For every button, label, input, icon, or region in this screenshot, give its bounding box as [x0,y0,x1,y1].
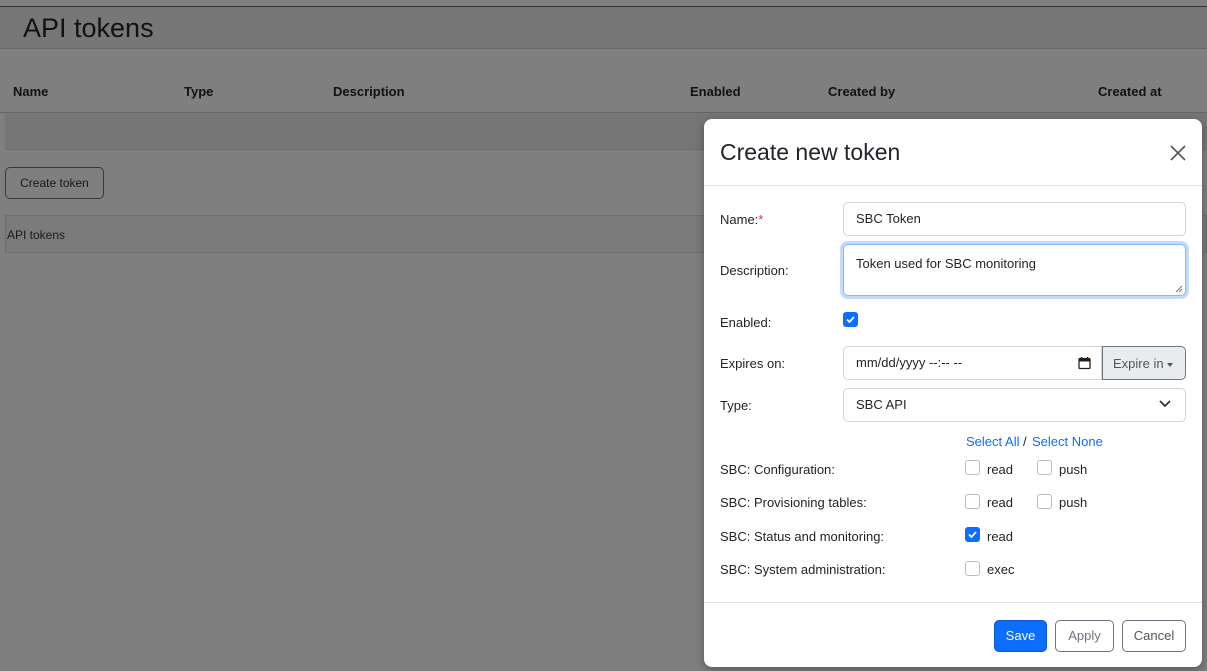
create-token-dialog: Create new token Name:* SBC Token Descri… [704,119,1202,667]
check-icon [968,531,977,539]
save-button[interactable]: Save [994,620,1047,652]
resize-handle-icon[interactable] [1175,285,1183,293]
perm-configuration-push-label: push [1059,462,1088,477]
expire-in-label: Expire in [1113,356,1164,371]
apply-button[interactable]: Apply [1055,620,1114,652]
modal-header: Create new token [704,119,1202,186]
perm-sysadmin-exec-label: exec [987,562,1015,577]
cancel-button[interactable]: Cancel [1122,620,1186,652]
select-all-link[interactable]: Select All [966,434,1019,449]
enabled-label: Enabled: [720,315,772,330]
calendar-icon[interactable] [1078,356,1091,370]
chevron-down-icon [1159,400,1171,408]
check-icon [846,316,855,324]
close-icon [1170,145,1186,161]
description-label: Description: [720,263,789,278]
perm-configuration-push-checkbox[interactable] [1037,460,1052,475]
description-textarea[interactable]: Token used for SBC monitoring [843,244,1186,296]
perm-provisioning-push-label: push [1059,495,1088,510]
modal-title: Create new token [720,139,901,165]
type-select[interactable]: SBC API [843,388,1186,422]
name-label: Name:* [720,212,764,227]
perm-label-status: SBC: Status and monitoring: [720,529,885,544]
enabled-checkbox[interactable] [843,312,858,327]
close-button[interactable] [1166,141,1190,165]
expires-date-input[interactable]: mm/dd/yyyy --:-- -- [843,346,1102,380]
perm-status-read-label: read [987,529,1014,544]
type-label: Type: [720,398,752,413]
description-value: Token used for SBC monitoring [856,256,1036,271]
perm-provisioning-read-checkbox[interactable] [965,494,980,509]
modal-footer: Save Apply Cancel [704,602,1202,667]
name-input[interactable]: SBC Token [843,202,1186,236]
perm-provisioning-read-label: read [987,495,1014,510]
perm-configuration-read-label: read [987,462,1014,477]
required-mark: * [758,212,764,227]
expires-placeholder: mm/dd/yyyy --:-- -- [856,355,963,370]
perm-label-sysadmin: SBC: System administration: [720,562,886,577]
perm-label-configuration: SBC: Configuration: [720,462,835,477]
perm-label-provisioning: SBC: Provisioning tables: [720,495,867,510]
perm-status-read-checkbox[interactable] [965,527,980,542]
caret-down-icon [1166,362,1173,367]
type-value: SBC API [856,397,907,412]
select-none-link[interactable]: Select None [1032,434,1103,449]
perm-sysadmin-exec-checkbox[interactable] [965,561,980,576]
expire-in-dropdown[interactable]: Expire in [1102,346,1186,380]
select-separator: / [1023,434,1027,449]
perm-provisioning-push-checkbox[interactable] [1037,494,1052,509]
perm-configuration-read-checkbox[interactable] [965,460,980,475]
expires-label: Expires on: [720,356,786,371]
